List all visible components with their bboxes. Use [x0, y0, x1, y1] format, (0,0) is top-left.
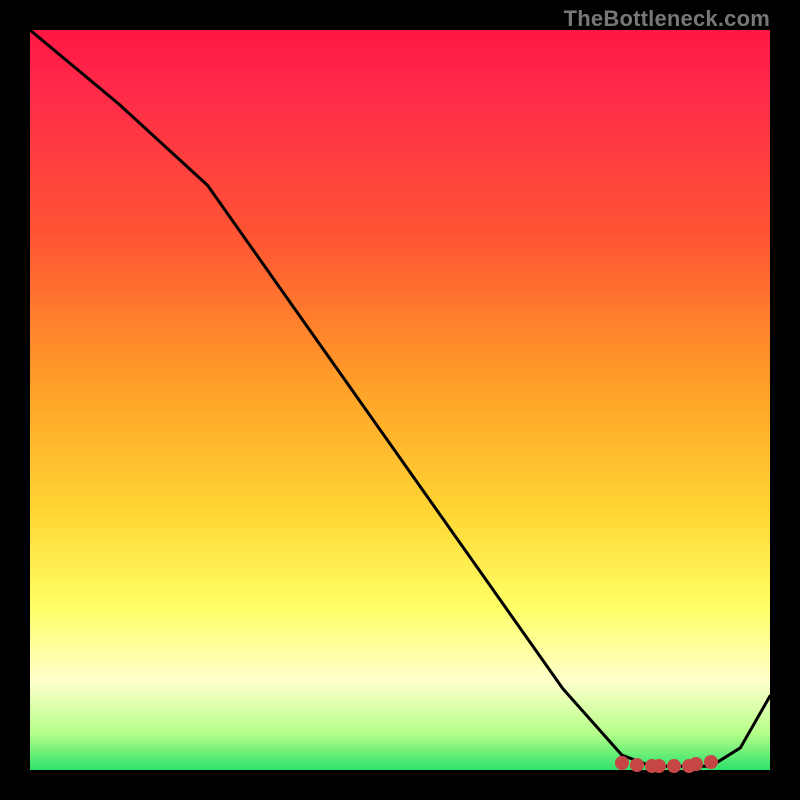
curve-svg — [30, 30, 770, 770]
data-curve — [30, 30, 770, 766]
chart-frame: TheBottleneck.com — [0, 0, 800, 800]
plot-area — [30, 30, 770, 770]
data-marker — [652, 759, 666, 773]
watermark-text: TheBottleneck.com — [564, 6, 770, 32]
data-marker — [630, 758, 644, 772]
data-marker — [689, 757, 703, 771]
data-marker — [704, 755, 718, 769]
data-marker — [615, 756, 629, 770]
data-marker — [667, 759, 681, 773]
